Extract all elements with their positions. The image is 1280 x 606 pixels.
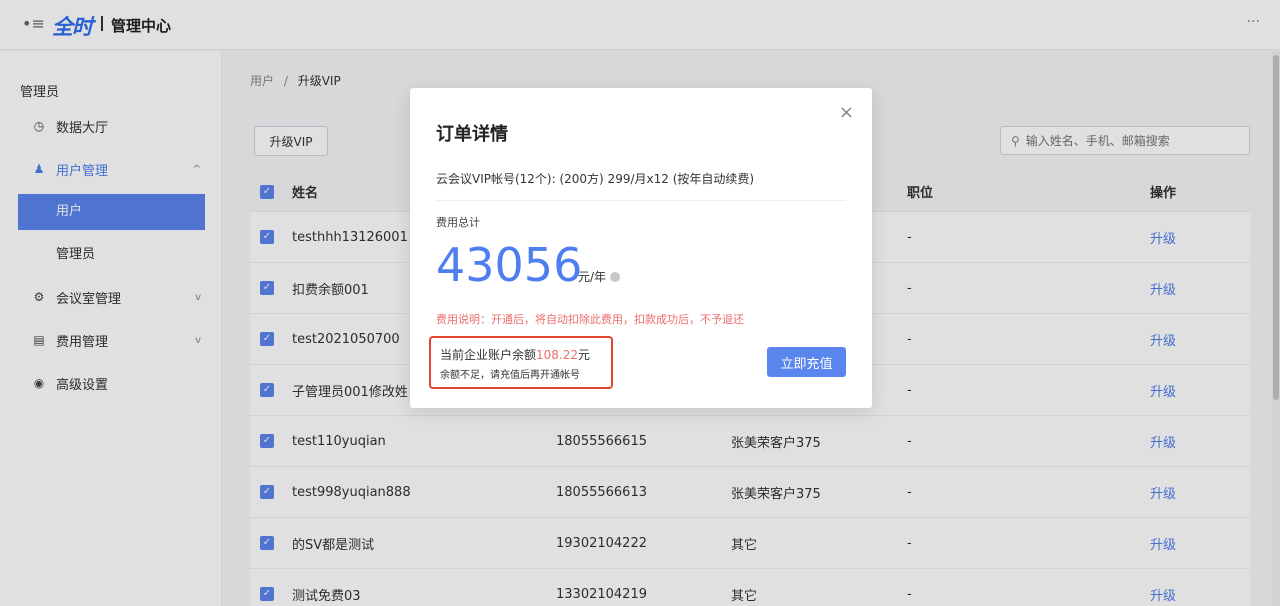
fee-total-label: 费用总计 (436, 216, 480, 229)
recharge-button[interactable]: 立即充值 (767, 347, 846, 377)
fee-unit: 元/年 (578, 270, 607, 284)
balance-highlight-box: 当前企业账户余额108.22元 余额不足，请充值后再开通帐号 (429, 336, 613, 389)
fee-note: 费用说明：开通后，将自动扣除此费用，扣款成功后，不予退还 (436, 313, 744, 326)
info-icon[interactable] (610, 272, 620, 282)
account-balance: 当前企业账户余额108.22元 (440, 346, 590, 363)
fee-amount: 43056 (436, 238, 583, 292)
divider (436, 200, 846, 201)
balance-amount: 108.22 (536, 348, 579, 362)
balance-prefix: 当前企业账户余额 (440, 348, 537, 362)
insufficient-balance-message: 余额不足，请充值后再开通帐号 (440, 370, 580, 381)
modal-title: 订单详情 (436, 124, 508, 145)
order-details-modal: × 订单详情 云会议VIP帐号(12个): (200方) 299/月x12 (按… (410, 88, 872, 408)
balance-suffix: 元 (578, 348, 591, 362)
close-icon[interactable]: × (839, 102, 854, 123)
product-description: 云会议VIP帐号(12个): (200方) 299/月x12 (按年自动续费) (436, 172, 755, 186)
